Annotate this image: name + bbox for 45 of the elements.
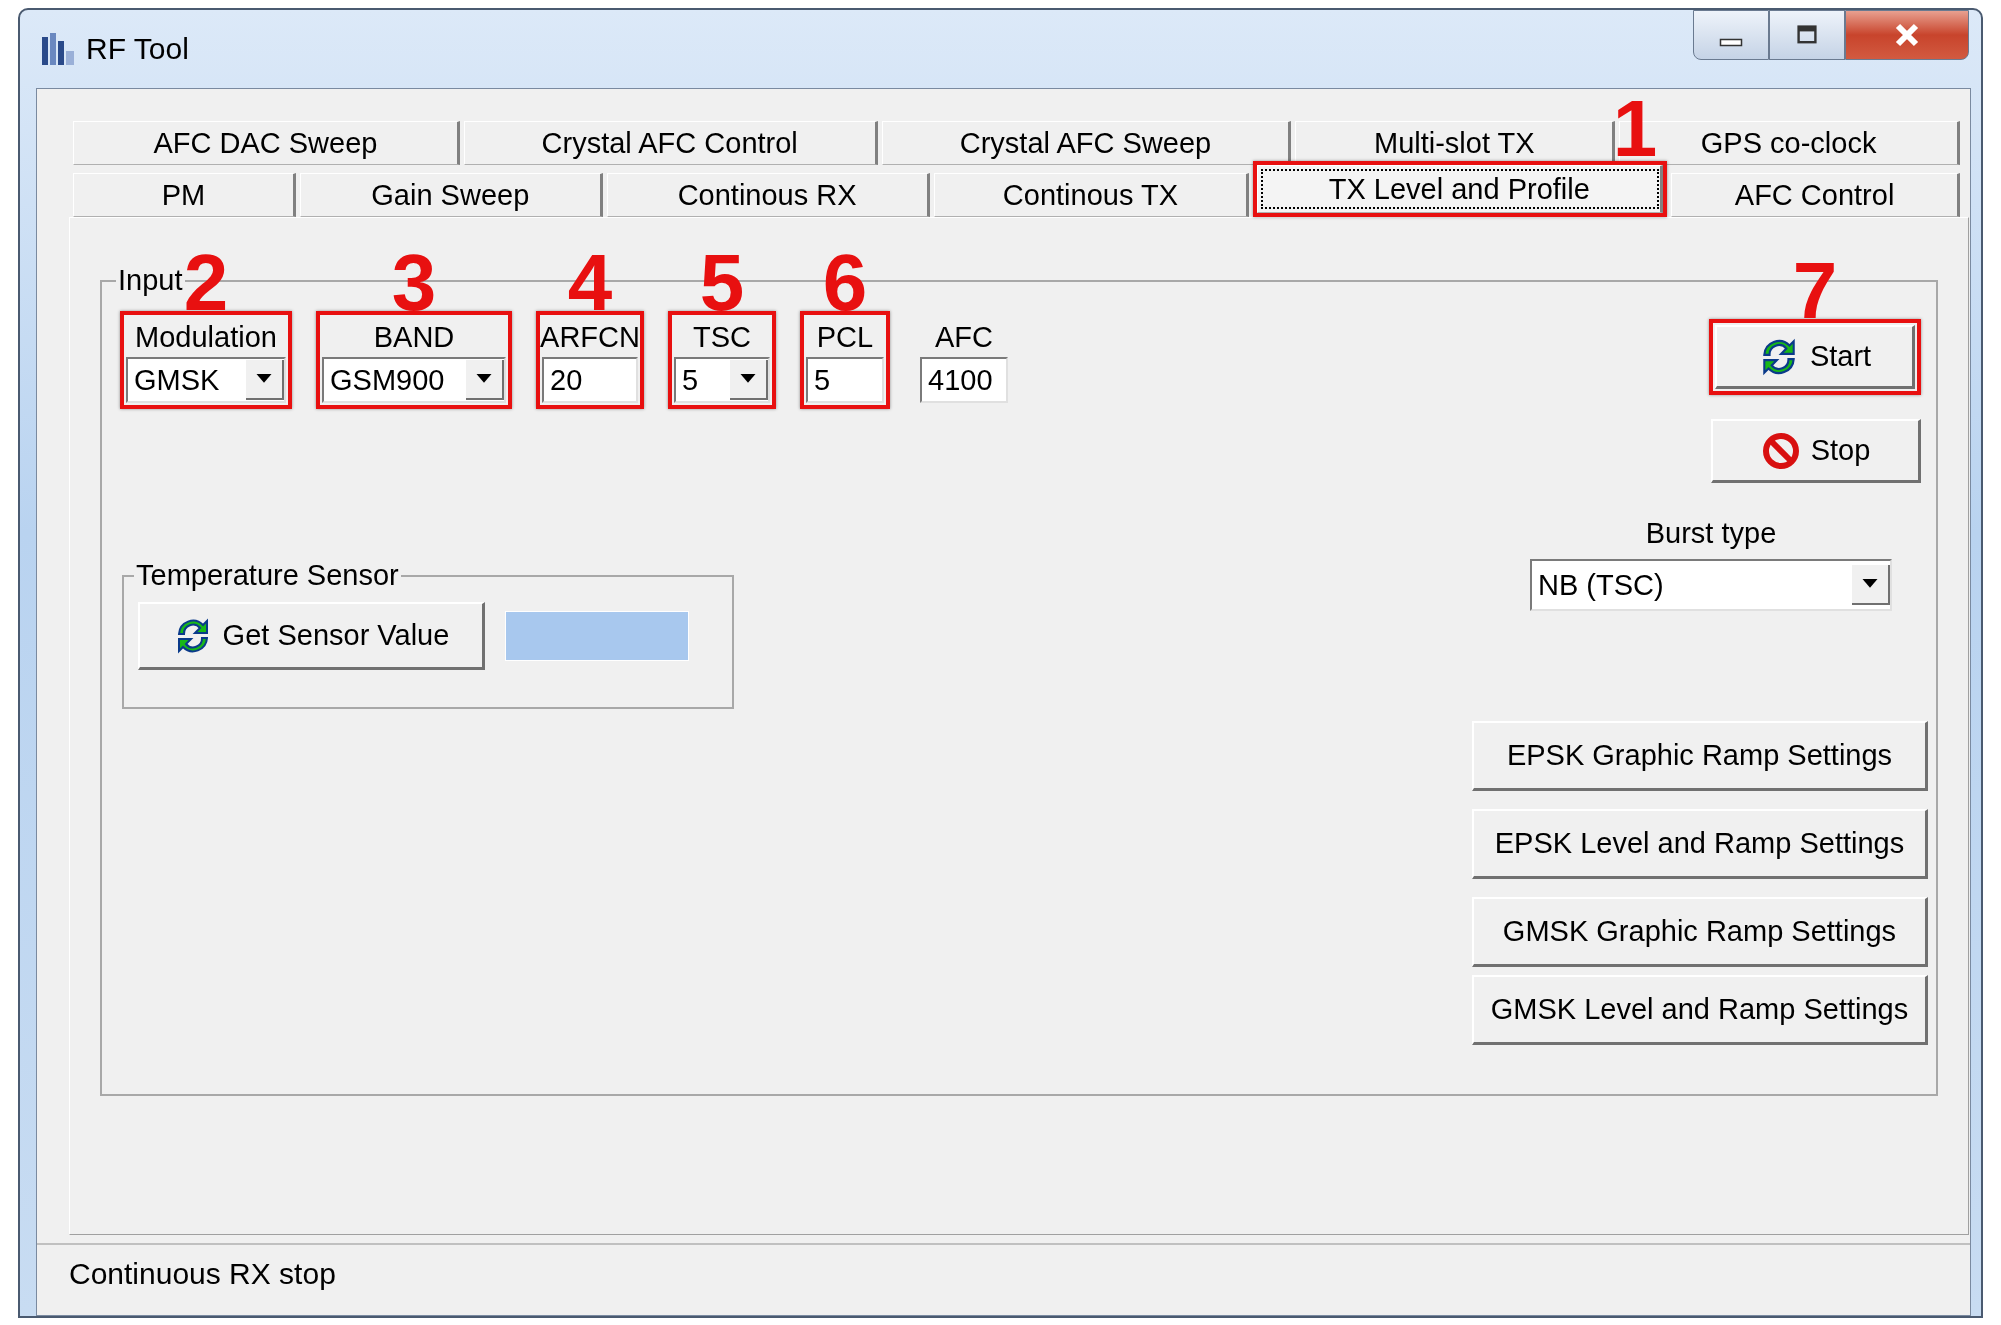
tab[interactable]: Gain Sweep <box>299 173 603 217</box>
tab[interactable]: TX Level and Profile <box>1257 165 1664 213</box>
field-label: Burst type <box>1645 516 1777 551</box>
field-label: TSC <box>693 320 751 355</box>
field-label: AFC <box>935 320 993 355</box>
tab[interactable]: Crystal AFC Sweep <box>881 121 1292 165</box>
dropdown[interactable]: GMSK <box>126 357 286 403</box>
field-label: Modulation <box>135 320 277 355</box>
dropdown[interactable]: NB (TSC) <box>1530 559 1892 611</box>
input-field[interactable]: 5 <box>806 357 884 403</box>
input-field[interactable]: 4100 <box>920 357 1008 403</box>
callout-number: 4 <box>567 243 613 323</box>
dropdown[interactable]: GSM900 <box>322 357 506 403</box>
tab[interactable]: AFC Control <box>1671 173 1960 217</box>
stop-icon <box>1760 430 1801 471</box>
close-button[interactable] <box>1845 10 1969 60</box>
field-label: BAND <box>373 320 455 355</box>
app-icon <box>40 31 76 67</box>
field-label: PCL <box>816 320 874 355</box>
tab[interactable]: PM <box>73 173 296 217</box>
callout-number: 2 <box>183 243 229 323</box>
minimize-button[interactable] <box>1693 10 1769 60</box>
get-sensor-value-button[interactable]: Get Sensor Value <box>138 602 485 670</box>
stop-button[interactable]: Stop <box>1711 419 1921 483</box>
minimize-icon <box>1719 37 1743 47</box>
callout-number: 3 <box>391 243 437 323</box>
callout-number: 6 <box>822 243 868 323</box>
tab[interactable]: Crystal AFC Control <box>463 121 878 165</box>
field-label: ARFCN <box>540 320 640 355</box>
settings-button[interactable]: GMSK Level and Ramp Settings <box>1472 975 1928 1045</box>
dropdown[interactable]: 5 <box>674 357 770 403</box>
window-title: RF Tool <box>86 32 189 66</box>
tab[interactable]: Continous RX <box>606 173 930 217</box>
group-title: Temperature Sensor <box>135 559 400 592</box>
settings-button[interactable]: EPSK Level and Ramp Settings <box>1472 809 1928 879</box>
tab[interactable]: Continous TX <box>933 173 1250 217</box>
settings-button[interactable]: GMSK Graphic Ramp Settings <box>1472 897 1928 967</box>
settings-button[interactable]: EPSK Graphic Ramp Settings <box>1472 721 1928 791</box>
group-title: Input <box>117 264 184 297</box>
status-bar: Continuous RX stop <box>37 1243 1970 1315</box>
callout-number: 5 <box>699 243 745 323</box>
start-button[interactable]: Start <box>1715 325 1915 389</box>
input-field[interactable]: 20 <box>542 357 638 403</box>
tab[interactable]: AFC DAC Sweep <box>73 121 460 165</box>
maximize-button[interactable] <box>1769 10 1845 60</box>
